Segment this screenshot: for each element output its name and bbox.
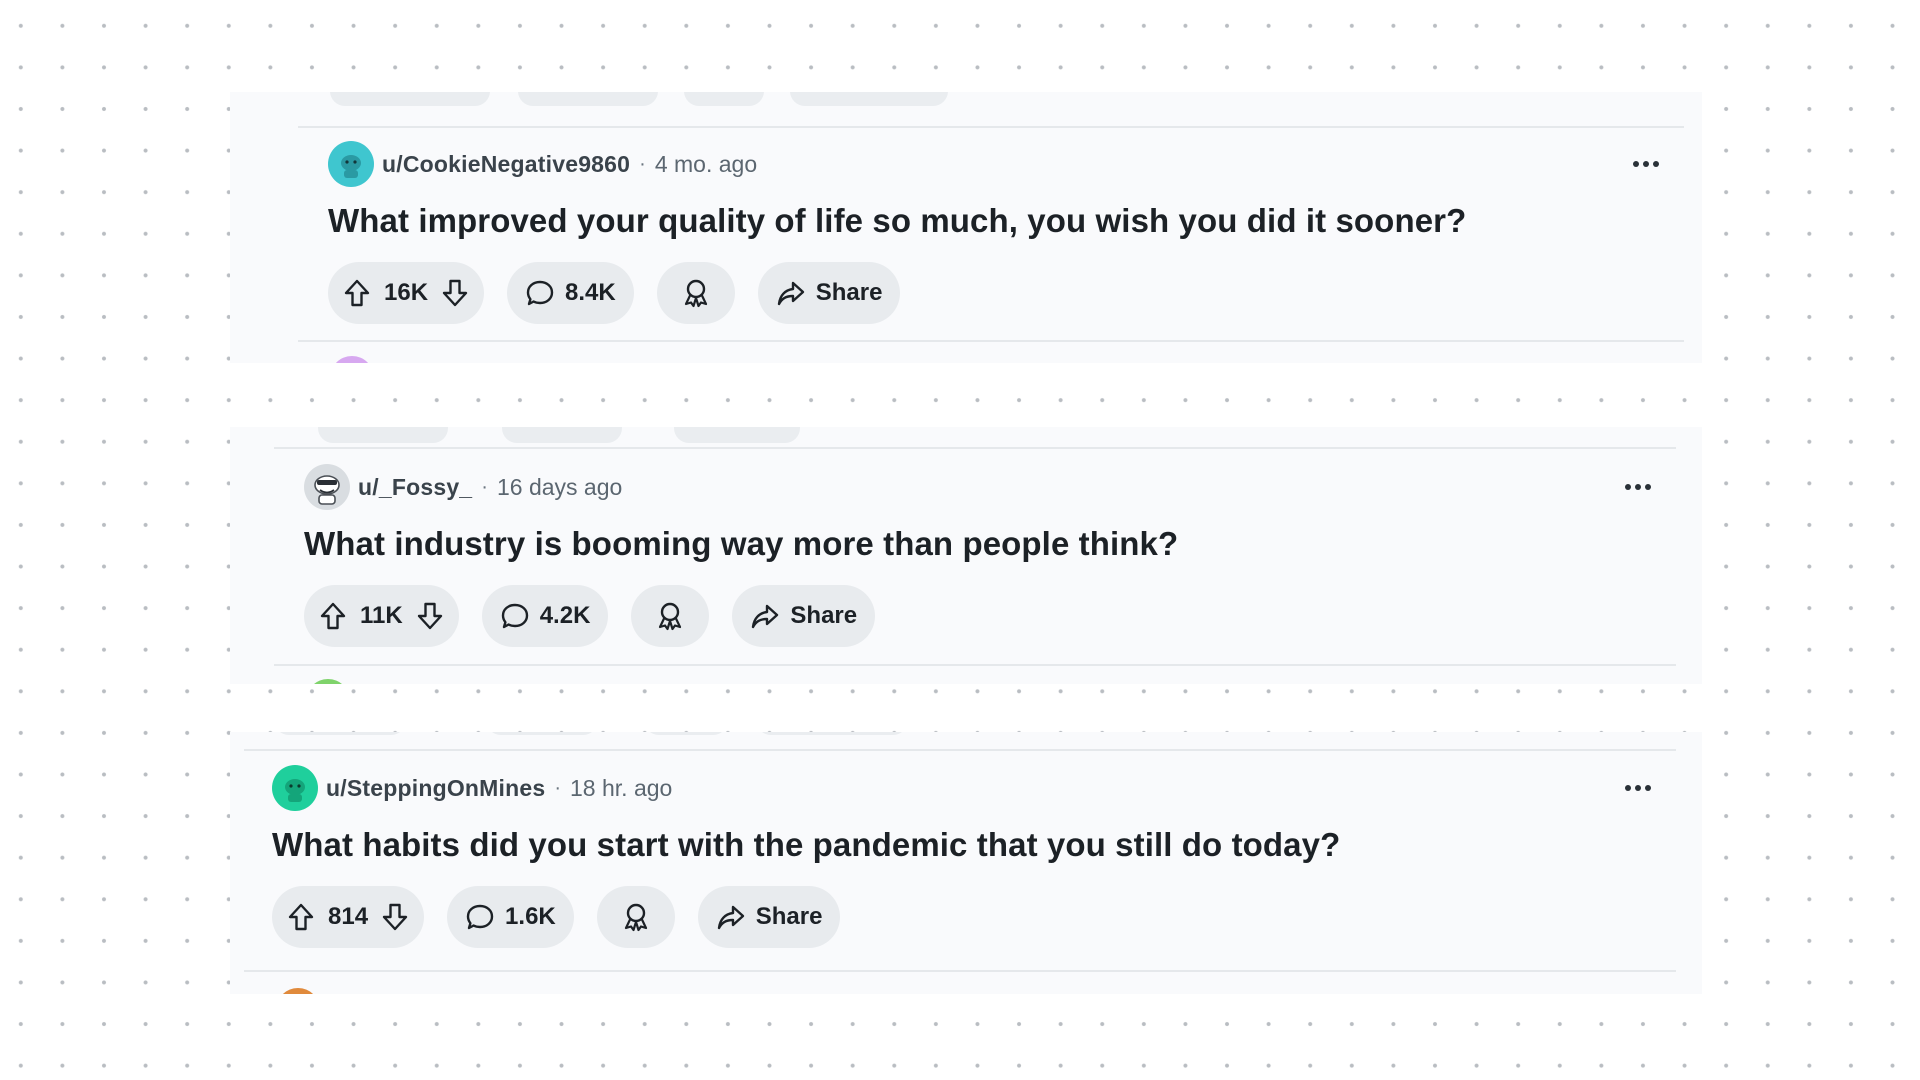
- user-avatar[interactable]: [304, 464, 350, 510]
- share-arrow-icon: [717, 905, 744, 930]
- previous-post-action-pill: [330, 92, 490, 106]
- username-link[interactable]: u/SteppingOnMines: [326, 775, 545, 802]
- user-avatar[interactable]: [328, 141, 374, 187]
- previous-post-action-pill: [486, 732, 598, 735]
- award-button[interactable]: [596, 886, 675, 948]
- vote-control: 814: [272, 886, 425, 948]
- next-post-avatar-peek: [306, 679, 350, 684]
- username-link[interactable]: u/_Fossy_: [358, 474, 472, 501]
- post-timestamp: 18 hr. ago: [570, 774, 673, 801]
- ellipsis-icon: [1625, 785, 1651, 791]
- post-card-1: u/CookieNegative9860 · 4 mo. ago What im…: [230, 92, 1702, 363]
- previous-post-action-pill: [318, 427, 448, 443]
- previous-post-action-pill: [756, 732, 908, 735]
- previous-post-action-pill: [644, 732, 728, 735]
- ellipsis-icon: [1625, 484, 1651, 490]
- share-button[interactable]: Share: [757, 262, 901, 324]
- speech-bubble-icon: [501, 603, 528, 629]
- comment-count: 4.2K: [539, 602, 591, 629]
- upvote-arrow-icon: [320, 602, 346, 630]
- post-actions: 814 1.6K Share: [272, 886, 1652, 948]
- meta-separator: ·: [639, 152, 646, 175]
- ellipsis-icon: [1633, 161, 1659, 167]
- post[interactable]: u/CookieNegative9860 · 4 mo. ago What im…: [230, 140, 1702, 324]
- post-meta: u/_Fossy_ · 16 days ago: [304, 463, 1652, 511]
- post-title[interactable]: What industry is booming way more than p…: [304, 525, 1652, 563]
- vote-control: 11K: [304, 585, 459, 647]
- upvote-button[interactable]: [318, 601, 348, 631]
- comments-button[interactable]: 1.6K: [447, 886, 574, 948]
- post-actions: 16K 8.4K Share: [328, 262, 1660, 324]
- share-label: Share: [815, 279, 883, 306]
- comment-count: 8.4K: [565, 279, 616, 306]
- post-actions: 11K 4.2K Share: [304, 585, 1652, 647]
- post-divider: [298, 126, 1684, 128]
- previous-post-action-pill: [274, 732, 406, 735]
- speech-bubble-icon: [526, 280, 554, 306]
- user-avatar[interactable]: [272, 765, 318, 811]
- share-button[interactable]: Share: [732, 585, 876, 647]
- vote-control: 16K: [328, 262, 485, 324]
- vote-count: 16K: [384, 279, 429, 306]
- award-ribbon-icon: [684, 279, 707, 308]
- share-label: Share: [790, 602, 858, 629]
- post-card-3: u/SteppingOnMines · 18 hr. ago What habi…: [230, 732, 1702, 994]
- post-title[interactable]: What improved your quality of life so mu…: [328, 202, 1660, 240]
- speech-bubble-icon: [466, 904, 494, 930]
- vote-count: 814: [328, 903, 369, 930]
- post-divider: [274, 664, 1676, 666]
- next-post-avatar-peek: [276, 988, 320, 994]
- more-options-button[interactable]: [1624, 472, 1652, 502]
- previous-post-action-pill: [674, 427, 800, 443]
- share-label: Share: [755, 903, 823, 930]
- downvote-arrow-icon: [417, 602, 442, 630]
- award-ribbon-icon: [659, 602, 682, 631]
- username-link[interactable]: u/CookieNegative9860: [382, 151, 630, 178]
- upvote-arrow-icon: [288, 903, 314, 931]
- previous-post-action-pill: [684, 92, 764, 106]
- comments-button[interactable]: 8.4K: [507, 262, 634, 324]
- award-ribbon-icon: [624, 903, 647, 932]
- downvote-button[interactable]: [380, 902, 410, 932]
- upvote-arrow-icon: [344, 279, 370, 307]
- post[interactable]: u/_Fossy_ · 16 days ago What industry is…: [230, 463, 1702, 647]
- comments-button[interactable]: 4.2K: [481, 585, 609, 647]
- vote-count: 11K: [360, 602, 403, 629]
- previous-post-action-pill: [790, 92, 948, 106]
- post-timestamp: 16 days ago: [496, 473, 623, 500]
- upvote-button[interactable]: [286, 902, 316, 932]
- snoo-avatar-icon: [285, 779, 305, 802]
- previous-post-action-pill: [518, 92, 658, 106]
- share-arrow-icon: [752, 604, 779, 629]
- downvote-button[interactable]: [440, 278, 470, 308]
- downvote-button[interactable]: [415, 601, 445, 631]
- post-divider: [244, 749, 1676, 751]
- snoo-avatar-icon: [341, 155, 361, 178]
- previous-post-action-pill: [502, 427, 622, 443]
- more-options-button[interactable]: [1624, 773, 1652, 803]
- snoo-avatar-icon: [314, 475, 340, 505]
- downvote-arrow-icon: [442, 279, 468, 307]
- meta-separator: ·: [554, 776, 562, 799]
- post-meta: u/SteppingOnMines · 18 hr. ago: [272, 764, 1652, 812]
- share-button[interactable]: Share: [697, 886, 841, 948]
- post-meta: u/CookieNegative9860 · 4 mo. ago: [328, 140, 1660, 188]
- share-arrow-icon: [777, 281, 804, 306]
- post-title[interactable]: What habits did you start with the pande…: [272, 826, 1652, 864]
- downvote-arrow-icon: [382, 903, 408, 931]
- award-button[interactable]: [656, 262, 735, 324]
- meta-separator: ·: [481, 475, 488, 498]
- next-post-avatar-peek: [330, 356, 374, 363]
- post-timestamp: 4 mo. ago: [654, 150, 758, 177]
- post-divider: [244, 970, 1676, 972]
- more-options-button[interactable]: [1632, 149, 1660, 179]
- post-divider: [298, 340, 1684, 342]
- post[interactable]: u/SteppingOnMines · 18 hr. ago What habi…: [230, 764, 1702, 948]
- comment-count: 1.6K: [505, 903, 556, 930]
- award-button[interactable]: [631, 585, 710, 647]
- upvote-button[interactable]: [342, 278, 372, 308]
- post-card-2: u/_Fossy_ · 16 days ago What industry is…: [230, 427, 1702, 684]
- post-divider: [274, 447, 1676, 449]
